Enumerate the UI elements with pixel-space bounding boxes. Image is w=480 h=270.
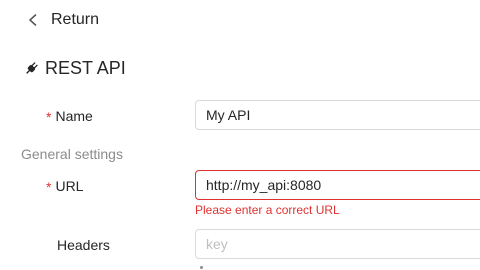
url-label: * URL <box>46 176 83 196</box>
add-header-marker <box>200 266 203 269</box>
required-mark: * <box>46 179 52 195</box>
page-title-text: REST API <box>45 57 126 78</box>
plug-icon <box>26 61 38 74</box>
url-input[interactable] <box>195 170 480 200</box>
return-link[interactable]: Return <box>26 9 99 31</box>
rest-api-settings-page: Return REST API *Name General settings *… <box>0 0 480 270</box>
url-error-message: Please enter a correct URL <box>195 203 340 217</box>
url-label-text: URL <box>55 178 84 194</box>
headers-label: Headers <box>57 237 110 253</box>
chevron-left-icon <box>29 14 37 26</box>
name-label-text: Name <box>55 108 93 124</box>
return-label: Return <box>51 11 100 28</box>
name-input[interactable] <box>195 100 480 130</box>
general-settings-heading: General settings <box>21 146 123 162</box>
name-label: * Name <box>46 106 93 126</box>
page-title: REST API <box>23 57 126 79</box>
required-mark: * <box>46 109 52 125</box>
header-key-input[interactable] <box>195 229 480 259</box>
